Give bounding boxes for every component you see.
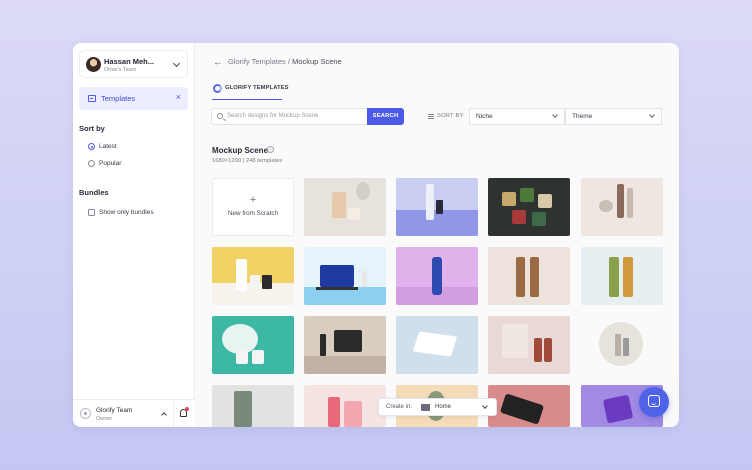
close-icon[interactable]: × — [176, 92, 181, 102]
back-arrow-icon[interactable]: ← — [213, 57, 223, 68]
breadcrumb: Glorify Templates / Mockup Scene — [228, 57, 342, 66]
template-thumbnail[interactable] — [304, 316, 386, 374]
chevron-down-icon — [482, 403, 488, 409]
create-in-select[interactable]: Create in: Home — [378, 398, 497, 416]
app-window: Hassan Meh... Omar's Team Templates × So… — [73, 43, 679, 427]
sidebar: Hassan Meh... Omar's Team Templates × So… — [73, 43, 195, 427]
niche-select[interactable]: Niche — [469, 108, 565, 125]
chevron-down-icon — [649, 112, 655, 118]
section-title: Mockup Scene — [212, 146, 269, 155]
chevron-down-icon — [172, 59, 181, 68]
theme-select[interactable]: Theme — [565, 108, 662, 125]
info-icon[interactable]: i — [267, 146, 274, 153]
account-switcher[interactable]: Hassan Meh... Omar's Team — [79, 50, 188, 78]
bundles-heading: Bundles — [79, 188, 109, 197]
sort-by-label: SORT BY — [437, 113, 464, 119]
theme-select-value: Theme — [572, 113, 593, 120]
sidebar-item-templates[interactable]: Templates × — [79, 87, 188, 110]
breadcrumb-parent[interactable]: Glorify Templates — [228, 57, 286, 66]
team-name: Glorify Team — [96, 407, 133, 414]
template-thumbnail[interactable] — [396, 178, 478, 236]
template-thumbnail[interactable] — [212, 247, 294, 305]
create-in-label: Create in: — [386, 404, 413, 410]
template-thumbnail[interactable] — [488, 316, 570, 374]
template-thumbnail[interactable] — [581, 316, 663, 374]
radio-popular[interactable] — [88, 160, 95, 167]
section-subtitle: 1680×1200 | 248 templates — [212, 158, 283, 164]
avatar — [86, 57, 101, 72]
chevron-up-icon — [161, 412, 167, 418]
tab-label: GLORIFY TEMPLATES — [225, 85, 289, 91]
search-input[interactable]: Search designs for Mockup Scene — [211, 108, 368, 125]
team-switcher[interactable]: Glorify Team Owner — [73, 399, 195, 427]
template-thumbnail[interactable] — [581, 178, 663, 236]
tab-glorify-templates[interactable]: GLORIFY TEMPLATES — [212, 83, 289, 100]
search-icon — [217, 113, 223, 119]
sidebar-item-label: Templates — [101, 94, 136, 103]
template-thumbnail[interactable] — [212, 385, 294, 427]
sort-by-heading: Sort by — [79, 124, 105, 133]
folder-icon — [421, 404, 430, 411]
bundles-checkbox[interactable] — [88, 209, 95, 216]
templates-icon — [88, 95, 96, 102]
bundles-checkbox-label[interactable]: Show only bundles — [99, 209, 154, 216]
divider — [173, 400, 174, 427]
radio-latest-label[interactable]: Latest — [99, 143, 117, 150]
search-button[interactable]: SEARCH — [367, 108, 404, 125]
chat-icon — [648, 395, 660, 407]
template-thumbnail[interactable] — [304, 247, 386, 305]
plus-icon: + — [249, 194, 257, 206]
new-from-scratch-label: New from Scratch — [227, 210, 279, 217]
notification-badge — [185, 407, 189, 411]
template-thumbnail[interactable] — [212, 316, 294, 374]
sort-icon — [428, 114, 434, 115]
create-in-value: Home — [435, 404, 452, 410]
template-thumbnail[interactable] — [488, 247, 570, 305]
glorify-logo-icon — [213, 84, 222, 93]
template-thumbnail[interactable] — [304, 385, 386, 427]
new-from-scratch-tile[interactable]: + New from Scratch — [212, 178, 294, 236]
user-team: Omar's Team — [104, 67, 137, 73]
template-thumbnail[interactable] — [396, 247, 478, 305]
template-thumbnail[interactable] — [304, 178, 386, 236]
radio-latest[interactable] — [88, 143, 95, 150]
template-thumbnail[interactable] — [488, 178, 570, 236]
search-placeholder: Search designs for Mockup Scene — [227, 113, 319, 119]
breadcrumb-separator: / — [287, 57, 290, 66]
breadcrumb-current: Mockup Scene — [292, 57, 342, 66]
niche-select-value: Niche — [476, 113, 493, 120]
radio-popular-label[interactable]: Popular — [99, 160, 121, 167]
chevron-down-icon — [552, 112, 558, 118]
template-thumbnail[interactable] — [396, 316, 478, 374]
chat-support-button[interactable] — [639, 387, 669, 417]
template-thumbnail[interactable] — [581, 247, 663, 305]
team-logo-icon — [80, 408, 91, 419]
team-role: Owner — [96, 416, 113, 422]
template-thumbnail[interactable] — [488, 385, 570, 427]
user-name: Hassan Meh... — [104, 57, 155, 66]
